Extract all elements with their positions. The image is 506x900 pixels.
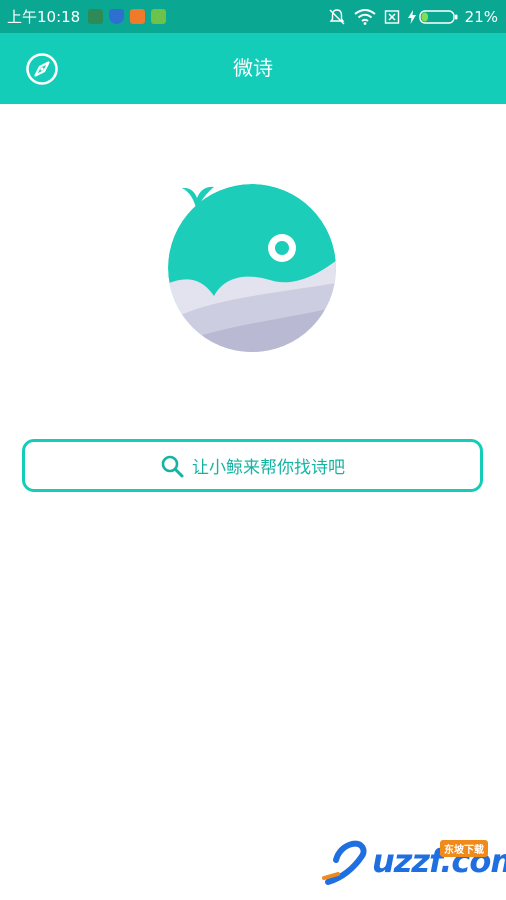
status-time: 上午10:18: [7, 8, 81, 26]
status-bar: 上午10:18 21%: [0, 0, 506, 33]
download-app-icon: [88, 9, 104, 24]
status-left: 上午10:18: [7, 0, 167, 33]
no-sim-icon: [384, 9, 399, 24]
charging-icon: [407, 9, 416, 24]
watermark-tag: 东坡下载: [440, 840, 488, 857]
mute-icon: [329, 8, 345, 24]
battery-fill: [421, 12, 428, 21]
watermark-logo: uzzf.com 东坡下载: [322, 838, 506, 888]
watermark-d-icon: [322, 840, 367, 885]
whale-logo: [168, 184, 336, 352]
search-bar[interactable]: 让小鲸来帮你找诗吧: [22, 439, 483, 492]
search-icon: [161, 455, 184, 477]
shield-icon: [109, 9, 125, 24]
game-app-icon: [130, 9, 146, 24]
search-placeholder: 让小鲸来帮你找诗吧: [192, 458, 345, 478]
battery-icon: [418, 9, 458, 24]
app-bar: 微诗: [0, 33, 506, 104]
status-right: 21%: [328, 0, 498, 33]
wifi-icon: [354, 8, 376, 25]
battery-app-icon: [151, 9, 167, 24]
battery-percent: 21%: [464, 7, 498, 26]
page-title: 微诗: [233, 56, 273, 80]
